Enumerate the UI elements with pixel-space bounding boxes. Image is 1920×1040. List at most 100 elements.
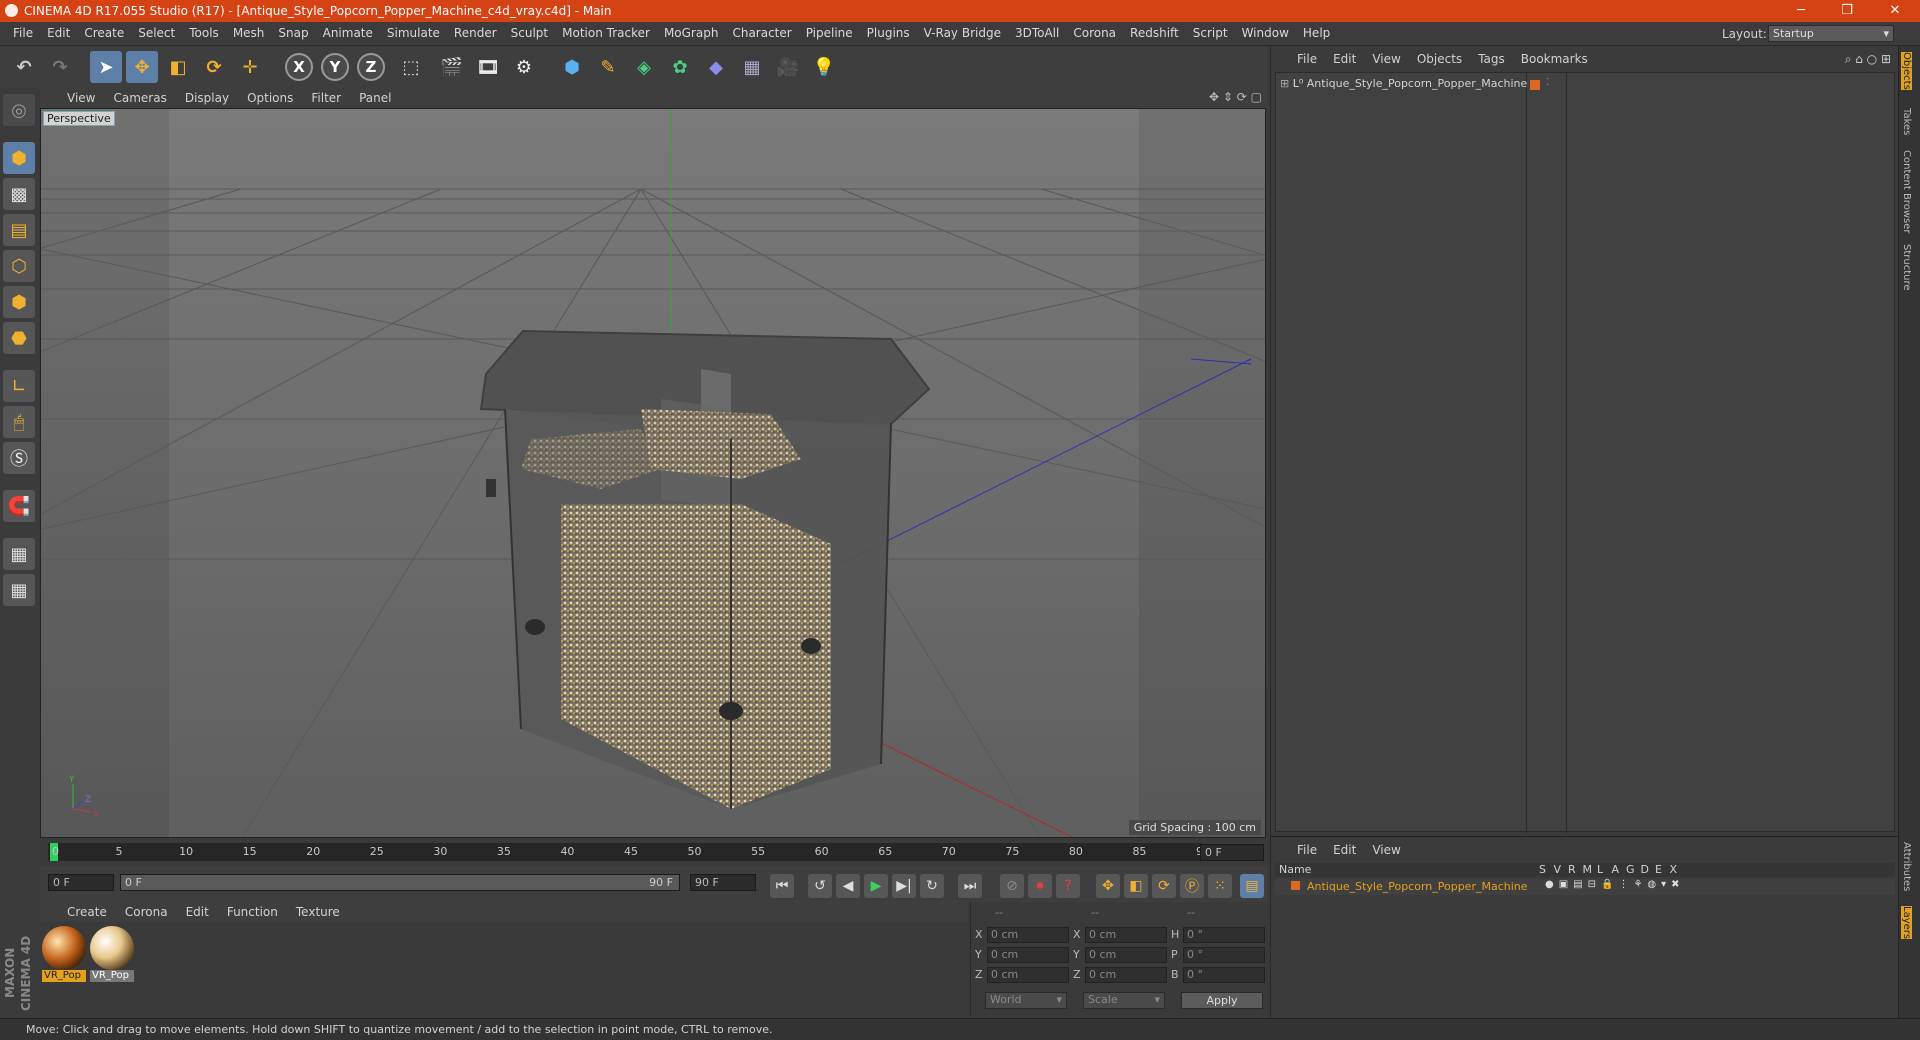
layer-row[interactable]: Antique_Style_Popcorn_Popper_Machine ●▣▤… [1275,879,1895,895]
tab-takes[interactable]: Takes [1901,108,1912,135]
rotation-b-field[interactable]: 0 ° [1183,967,1265,983]
redo-icon[interactable]: ↷ [44,51,76,83]
render-settings-icon[interactable]: ⚙ [508,51,540,83]
menu-item-tools[interactable]: Tools [182,26,226,40]
preview-range-slider[interactable]: 0 F 90 F [120,874,680,891]
menu-item-script[interactable]: Script [1186,26,1235,40]
next-key-icon[interactable]: ↻ [920,874,944,898]
minimize-button[interactable]: ─ [1778,0,1824,22]
autokey-icon[interactable]: ⏺ [1028,874,1052,898]
material-menu-item-texture[interactable]: Texture [287,905,349,919]
expand-icon[interactable]: ⊞ [1280,77,1289,90]
layer-menu-item-view[interactable]: View [1364,843,1408,857]
menu-item-mesh[interactable]: Mesh [226,26,272,40]
layer-name[interactable]: Antique_Style_Popcorn_Popper_Machine [1307,880,1528,893]
cube-primitive-icon[interactable]: ⬢ [556,51,588,83]
menu-item-create[interactable]: Create [77,26,131,40]
planar-workplane-icon[interactable]: ▦ [3,574,35,606]
menu-item-edit[interactable]: Edit [40,26,77,40]
camera-icon[interactable]: 🎥 [772,51,804,83]
tab-objects[interactable]: Objects [1901,52,1912,90]
position-y-field[interactable]: 0 cm [987,947,1069,963]
tab-layers[interactable]: Layers [1901,906,1912,940]
material-menu-item-corona[interactable]: Corona [116,905,177,919]
light-icon[interactable]: 💡 [808,51,840,83]
texture-mode-icon[interactable]: ▩ [3,178,35,210]
menu-item-select[interactable]: Select [131,26,182,40]
menu-item-snap[interactable]: Snap [271,26,315,40]
tab-attributes[interactable]: Attributes [1901,842,1912,891]
key-parameter-icon[interactable]: Ⓟ [1180,874,1204,898]
apply-button[interactable]: Apply [1181,992,1263,1009]
render-view-icon[interactable]: 🎬 [436,51,468,83]
tab-content-browser[interactable]: Content Browser [1901,150,1912,233]
object-menu-item-edit[interactable]: Edit [1325,52,1364,66]
floor-icon[interactable]: ▦ [736,51,768,83]
keyframe-selection-icon[interactable]: ? [1056,874,1080,898]
restore-button[interactable]: ❐ [1824,0,1870,22]
cloner-icon[interactable]: ✿ [664,51,696,83]
object-menu-item-file[interactable]: File [1289,52,1325,66]
points-mode-icon[interactable]: ⬡ [3,250,35,282]
object-manager-nav-icons[interactable]: ⌕ ⌂ ○ ⊞ [1845,52,1891,67]
menu-item-help[interactable]: Help [1296,26,1337,40]
object-list[interactable]: ⊞ L⁰ Antique_Style_Popcorn_Popper_Machin… [1275,72,1895,833]
menu-item-animate[interactable]: Animate [316,26,380,40]
object-menu-item-tags[interactable]: Tags [1470,52,1513,66]
viewport-menu-item-display[interactable]: Display [176,91,238,105]
menu-item-file[interactable]: File [6,26,40,40]
undo-icon[interactable]: ↶ [8,51,40,83]
object-row[interactable]: ⊞ L⁰ Antique_Style_Popcorn_Popper_Machin… [1280,77,1527,95]
polygons-mode-icon[interactable]: ⬣ [3,322,35,354]
menu-item-window[interactable]: Window [1235,26,1296,40]
layer-menu-item-edit[interactable]: Edit [1325,843,1364,857]
viewport-nav-icons[interactable]: ✥ ⇕ ⟳ ▢ [1209,90,1262,104]
key-position-icon[interactable]: ✥ [1096,874,1120,898]
menu-item-simulate[interactable]: Simulate [380,26,447,40]
key-rotation-icon[interactable]: ⟳ [1152,874,1176,898]
rotation-p-field[interactable]: 0 ° [1183,947,1265,963]
layer-toggle-icons[interactable]: ●▣▤⊟🔒⋮⚘◍▾✖ [1545,879,1685,890]
camera-label[interactable]: Perspective [43,111,115,126]
menu-item-plugins[interactable]: Plugins [860,26,917,40]
viewport-menu-item-options[interactable]: Options [238,91,302,105]
coordinate-system-icon[interactable]: ⬚ [395,51,427,83]
scale-tool-icon[interactable]: ◧ [162,51,194,83]
move-tool-icon[interactable]: ✥ [126,51,158,83]
menu-item-pipeline[interactable]: Pipeline [799,26,860,40]
y-axis-lock-icon[interactable]: Y [321,53,349,81]
go-to-start-icon[interactable]: ⏮ [770,874,794,898]
previous-frame-icon[interactable]: ◀ [836,874,860,898]
start-frame-field[interactable]: 0 F [48,874,114,891]
render-picture-viewer-icon[interactable]: 🎞 [472,51,504,83]
perspective-viewport[interactable]: Y X Z Perspective Grid Spacing : 100 cm [40,108,1266,838]
layer-menu-item-file[interactable]: File [1289,843,1325,857]
timeline-ruler[interactable]: 051015202530354045505560657075808590 [48,843,1210,861]
material-swatch[interactable]: VR_Pop [42,926,86,982]
object-menu-item-bookmarks[interactable]: Bookmarks [1513,52,1596,66]
size-x-field[interactable]: 0 cm [1085,927,1167,943]
magnet-icon[interactable]: 🧲 [3,490,35,522]
menu-item-render[interactable]: Render [447,26,504,40]
snapping-icon[interactable]: Ⓢ [3,442,35,474]
rotation-h-field[interactable]: 0 ° [1183,927,1265,943]
material-menu-item-function[interactable]: Function [218,905,287,919]
rotate-tool-icon[interactable]: ⟳ [198,51,230,83]
layer-color-icon[interactable] [1291,881,1300,890]
object-menu-item-view[interactable]: View [1364,52,1408,66]
key-scale-icon[interactable]: ◧ [1124,874,1148,898]
current-frame-field[interactable]: 0 F [1200,844,1264,861]
position-x-field[interactable]: 0 cm [987,927,1069,943]
layer-color-icon[interactable] [1530,80,1540,90]
menu-item-redshift[interactable]: Redshift [1123,26,1186,40]
axis-mode-icon[interactable]: ∟ [3,370,35,402]
make-editable-icon[interactable]: ◎ [3,94,35,126]
menu-item-v-ray-bridge[interactable]: V-Ray Bridge [917,26,1008,40]
object-menu-item-objects[interactable]: Objects [1409,52,1470,66]
menu-item-sculpt[interactable]: Sculpt [504,26,555,40]
coordinate-space-select[interactable]: World ▾ [985,992,1067,1009]
object-name[interactable]: Antique_Style_Popcorn_Popper_Machine [1307,77,1528,90]
tweak-mode-icon[interactable]: 🖱 [3,406,35,438]
size-y-field[interactable]: 0 cm [1085,947,1167,963]
menu-item-3dtoall[interactable]: 3DToAll [1008,26,1066,40]
